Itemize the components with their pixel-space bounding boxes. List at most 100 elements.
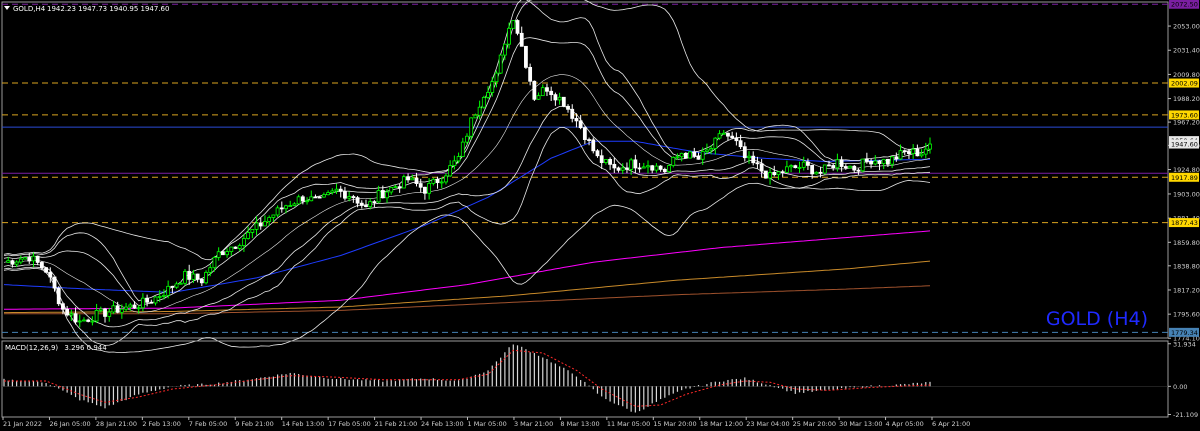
candle-body [502, 43, 507, 56]
candle-body [768, 172, 772, 179]
candle-body [119, 308, 124, 313]
candle-body [237, 245, 242, 249]
time-tick-label: 9 Feb 21:00 [235, 420, 274, 428]
candle-body [641, 166, 646, 169]
candle-body [705, 149, 709, 152]
candle-body [166, 285, 171, 296]
time-tick-label: 8 Mar 13:00 [560, 420, 599, 428]
candle-body [890, 156, 895, 165]
time-tick-label: 6 Apr 21:00 [932, 420, 970, 428]
candle-body [132, 304, 137, 309]
candle-body [212, 256, 217, 269]
candle-body [797, 166, 802, 169]
candle-body [56, 287, 61, 305]
macd-name: MACD(12,26,9) [5, 344, 58, 352]
candle-body [827, 164, 831, 167]
candle-body [814, 171, 819, 175]
candle-body [326, 192, 331, 196]
price-tick-label: 1988.20 [1173, 95, 1200, 103]
candle-body [233, 246, 238, 249]
candle-body [321, 194, 326, 198]
time-tick-label: 28 Jan 21:00 [96, 420, 137, 428]
candle-body [667, 165, 671, 173]
candle-body [662, 168, 667, 173]
candle-body [873, 160, 878, 165]
candle-body [793, 165, 798, 169]
macd-values: 3.296 0.944 [64, 344, 107, 352]
candle-body [174, 283, 179, 288]
time-tick-label: 24 Feb 13:00 [421, 420, 464, 428]
candle-body [35, 255, 40, 263]
candle-body [140, 297, 145, 309]
candle-body [637, 167, 642, 170]
candle-body [700, 151, 705, 160]
candle-body [305, 200, 309, 203]
candle-body [709, 148, 714, 151]
candle-body [549, 90, 554, 96]
candle-body [153, 296, 158, 304]
candle-body [14, 261, 19, 265]
candle-body [225, 251, 229, 256]
candle-body [69, 313, 74, 316]
candle-body [507, 27, 511, 45]
candle-body [103, 308, 107, 317]
candle-body [284, 205, 288, 210]
time-tick-label: 26 Jan 05:00 [49, 420, 90, 428]
candle-body [90, 320, 95, 323]
price-tag-label: 1917.89 [1171, 174, 1198, 182]
candle-body [77, 320, 82, 323]
candle-body [789, 165, 793, 168]
candle-body [82, 319, 86, 322]
macd-tick-label: 0.00 [1173, 383, 1187, 391]
candle-body [683, 152, 688, 159]
chart-canvas[interactable]: 2053.002031.402009.801988.201967.201946.… [0, 0, 1200, 431]
candle-body [296, 196, 301, 205]
candle-body [406, 176, 410, 181]
candle-body [557, 96, 562, 101]
candle-body [275, 207, 280, 216]
macd-tick-label: -21.109 [1173, 411, 1198, 419]
candle-body [515, 20, 520, 34]
candle-body [481, 97, 486, 108]
candle-body [923, 148, 928, 155]
candle-body [608, 158, 613, 165]
candle-body [864, 158, 869, 162]
candle-body [654, 165, 659, 171]
candle-body [747, 155, 751, 159]
candle-body [713, 137, 718, 149]
candle-body [271, 214, 276, 218]
candle-body [44, 267, 48, 273]
candle-body [288, 205, 293, 207]
candle-body [401, 176, 406, 189]
price-tick-label: 1967.20 [1173, 119, 1200, 127]
candle-body [696, 155, 701, 160]
candle-body [646, 165, 650, 168]
candle-body [898, 150, 903, 160]
price-tag-label: 1779.34 [1171, 329, 1198, 337]
candle-body [309, 196, 314, 202]
candle-body [317, 196, 322, 199]
candle-body [726, 132, 730, 137]
candle-body [915, 148, 920, 157]
time-tick-label: 21 Feb 21:00 [375, 420, 418, 428]
candle-body [679, 152, 684, 158]
candle-body [848, 165, 852, 169]
candle-body [73, 313, 78, 323]
candle-body [145, 297, 150, 303]
candle-body [170, 285, 175, 288]
candle-body [65, 308, 70, 316]
candle-body [355, 197, 360, 204]
time-tick-label: 1 Mar 05:00 [468, 420, 507, 428]
candle-body [919, 153, 924, 157]
candle-body [31, 255, 36, 262]
candle-body [423, 186, 427, 194]
candle-body [393, 186, 398, 189]
candle-body [246, 232, 251, 239]
candle-body [877, 160, 882, 164]
candle-body [587, 139, 591, 141]
candle-body [111, 305, 116, 313]
candle-body [414, 177, 419, 184]
candle-body [540, 87, 545, 97]
candle-body [300, 196, 305, 202]
macd-tick-label: 31.934 [1173, 340, 1196, 348]
